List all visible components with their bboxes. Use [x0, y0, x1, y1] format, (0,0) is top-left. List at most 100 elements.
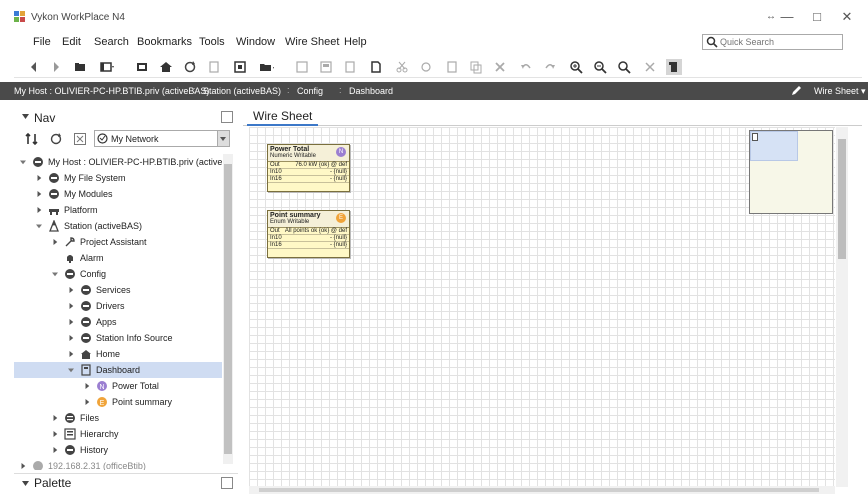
breadcrumb-config[interactable]: Config	[297, 86, 323, 96]
collapsed-arrow-icon[interactable]	[84, 382, 90, 390]
unlink-icon[interactable]	[642, 59, 658, 75]
export-icon[interactable]	[342, 59, 358, 75]
collapsed-arrow-icon[interactable]	[36, 174, 42, 182]
folder-up-icon[interactable]	[72, 59, 88, 75]
tree-item[interactable]: Project Assistant	[14, 234, 222, 250]
close-tree-icon[interactable]	[73, 132, 87, 146]
component-slot[interactable]: In16 - {null}	[268, 176, 349, 183]
expanded-arrow-icon[interactable]	[52, 270, 58, 278]
menu-wire-sheet[interactable]: Wire Sheet	[285, 36, 339, 48]
zoom-out-icon[interactable]	[592, 59, 608, 75]
view-selector[interactable]: Wire Sheet ▾	[814, 86, 866, 97]
delete-icon[interactable]	[492, 59, 508, 75]
expanded-arrow-icon[interactable]	[20, 158, 26, 166]
close-button[interactable]: ✕	[836, 8, 858, 26]
duplicate-icon[interactable]	[468, 59, 484, 75]
maximize-panel-icon[interactable]	[221, 477, 233, 489]
tree-item[interactable]: Home	[14, 346, 222, 362]
minimize-button[interactable]: —	[776, 8, 798, 26]
back-icon[interactable]	[26, 59, 42, 75]
wire-sheet-canvas[interactable]: Power Total Numeric Writable N Out 76.0 kW {…	[249, 127, 835, 487]
menu-bookmarks[interactable]: Bookmarks	[137, 36, 192, 48]
component-slot[interactable]: Out All points ok {ok} @ def	[268, 228, 349, 235]
collapse-caret-icon[interactable]	[22, 481, 29, 486]
tree-item[interactable]: History	[14, 442, 222, 458]
menu-file[interactable]: File	[33, 36, 51, 48]
tree-item[interactable]: Apps	[14, 314, 222, 330]
expanded-arrow-icon[interactable]	[36, 222, 42, 230]
refresh-icon[interactable]	[182, 59, 198, 75]
undo-icon[interactable]	[518, 59, 534, 75]
tree-item[interactable]: Drivers	[14, 298, 222, 314]
open-folder-icon[interactable]	[258, 59, 274, 75]
menu-tools[interactable]: Tools	[199, 36, 225, 48]
link-mode-icon[interactable]	[666, 59, 682, 75]
wire-sheet-component[interactable]: Power Total Numeric Writable N Out 76.0 kW {…	[267, 144, 350, 192]
zoom-in-icon[interactable]	[568, 59, 584, 75]
refresh-icon[interactable]	[49, 132, 63, 146]
collapsed-arrow-icon[interactable]	[68, 286, 74, 294]
tree-item[interactable]: Dashboard	[14, 362, 222, 378]
tree-item[interactable]: Hierarchy	[14, 426, 222, 442]
tree-item[interactable]: My File System	[14, 170, 222, 186]
component-slot[interactable]: Out 76.0 kW {ok} @ def	[268, 162, 349, 169]
component-header[interactable]: Power Total Numeric Writable N	[268, 145, 349, 162]
home-icon[interactable]	[158, 59, 174, 75]
tab-wire-sheet[interactable]: Wire Sheet	[247, 106, 319, 126]
breadcrumb-dashboard[interactable]: Dashboard	[349, 86, 393, 96]
nav-scrollbar[interactable]	[223, 154, 233, 464]
tree-item[interactable]: Config	[14, 266, 222, 282]
component-header[interactable]: Point summary Enum Writable E	[268, 211, 349, 228]
tree-item[interactable]: Station Info Source	[14, 330, 222, 346]
quick-search-box[interactable]	[702, 34, 843, 50]
dropdown-arrow-icon[interactable]	[217, 131, 229, 146]
redo-icon[interactable]	[542, 59, 558, 75]
side-bar-icon[interactable]	[98, 59, 114, 75]
sync-arrows-icon[interactable]	[25, 132, 39, 146]
breadcrumb-station[interactable]: Station (activeBAS)	[203, 86, 281, 96]
collapsed-arrow-icon[interactable]	[84, 398, 90, 406]
copy-view-icon[interactable]	[206, 59, 222, 75]
tree-item[interactable]: Files	[14, 410, 222, 426]
collapsed-arrow-icon[interactable]	[52, 414, 58, 422]
zoom-fit-icon[interactable]	[616, 59, 632, 75]
save-all-icon[interactable]	[318, 59, 334, 75]
menu-search[interactable]: Search	[94, 36, 129, 48]
collapsed-arrow-icon[interactable]	[20, 462, 26, 470]
network-select[interactable]: My Network	[94, 130, 230, 147]
tree-item[interactable]: Services	[14, 282, 222, 298]
sheet-horizontal-scrollbar[interactable]	[249, 486, 835, 494]
copy-icon[interactable]	[418, 59, 434, 75]
collapsed-arrow-icon[interactable]	[68, 334, 74, 342]
tree-item[interactable]: My Host : OLIVIER-PC-HP.BTIB.priv (activ…	[14, 154, 224, 170]
maximize-button[interactable]: □	[806, 8, 828, 26]
breadcrumb-host[interactable]: My Host : OLIVIER-PC-HP.BTIB.priv (activ…	[14, 86, 209, 96]
collapsed-arrow-icon[interactable]	[52, 238, 58, 246]
console-icon[interactable]	[134, 59, 150, 75]
collapsed-arrow-icon[interactable]	[36, 190, 42, 198]
sheet-vertical-scrollbar[interactable]	[836, 127, 848, 487]
edit-doc-icon[interactable]	[368, 59, 384, 75]
component-slot[interactable]: In10 - {null}	[268, 169, 349, 176]
nav-scrollbar-thumb[interactable]	[224, 164, 232, 454]
expanded-arrow-icon[interactable]	[68, 366, 74, 374]
collapsed-arrow-icon[interactable]	[68, 318, 74, 326]
maximize-panel-icon[interactable]	[221, 111, 233, 123]
component-slot[interactable]: In16 - {null}	[268, 242, 349, 249]
menu-help[interactable]: Help	[344, 36, 367, 48]
sheet-horizontal-scrollbar-thumb[interactable]	[259, 488, 819, 492]
save-icon[interactable]	[294, 59, 310, 75]
sheet-vertical-scrollbar-thumb[interactable]	[838, 139, 846, 259]
wire-sheet-minimap[interactable]	[749, 130, 833, 214]
tree-item[interactable]: N Power Total	[14, 378, 222, 394]
collapsed-arrow-icon[interactable]	[36, 206, 42, 214]
quick-search-input[interactable]	[720, 36, 838, 48]
wire-sheet-component[interactable]: Point summary Enum Writable E Out All points…	[267, 210, 350, 258]
collapse-caret-icon[interactable]	[22, 114, 29, 119]
cut-icon[interactable]	[394, 59, 410, 75]
menu-edit[interactable]: Edit	[62, 36, 81, 48]
menu-window[interactable]: Window	[236, 36, 275, 48]
collapsed-arrow-icon[interactable]	[52, 430, 58, 438]
tree-item[interactable]: 192.168.2.31 (officeBtib)	[14, 458, 222, 470]
pencil-icon[interactable]	[790, 85, 802, 97]
